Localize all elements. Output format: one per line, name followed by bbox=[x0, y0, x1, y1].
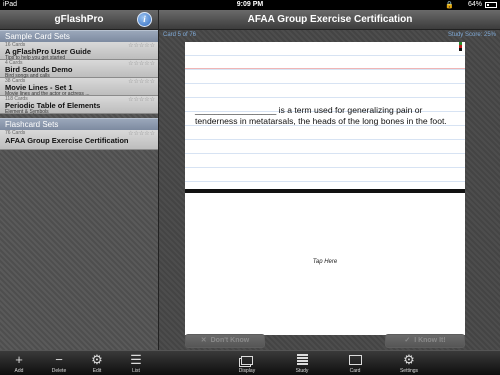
flashcard-sets-header: Flashcard Sets bbox=[0, 118, 158, 130]
dont-know-button[interactable]: ✕ Don't Know bbox=[185, 334, 265, 348]
know-it-label: I Know It! bbox=[414, 337, 446, 344]
study-score: Study Score: 25% bbox=[447, 32, 496, 38]
edit-label: Edit bbox=[92, 368, 102, 374]
star-rating: ☆☆☆☆☆ bbox=[128, 43, 155, 49]
list-item[interactable]: 76 Cards ☆☆☆☆☆ AFAA Group Exercise Certi… bbox=[0, 130, 158, 150]
card-marker-icon bbox=[459, 42, 465, 52]
delete-button[interactable]: − Delete bbox=[44, 352, 74, 375]
list-label: List bbox=[132, 368, 140, 374]
card-label: Card bbox=[349, 368, 361, 374]
sample-sets-header: Sample Card Sets bbox=[0, 30, 158, 42]
study-pane: AFAA Group Exercise Certification Card 5… bbox=[158, 10, 500, 350]
add-label: Add bbox=[14, 368, 24, 374]
study-header: AFAA Group Exercise Certification bbox=[159, 10, 500, 30]
settings-button[interactable]: ⚙ Settings bbox=[394, 352, 424, 375]
display-button[interactable]: Display bbox=[232, 353, 262, 374]
x-icon: ✕ bbox=[200, 337, 207, 344]
settings-label: Settings bbox=[399, 368, 419, 374]
card-position: Card 5 of 76 bbox=[163, 32, 197, 38]
list-item[interactable]: 38 Cards ☆☆☆☆☆ Movie Lines - Set 1 Movie… bbox=[0, 78, 158, 97]
card-stack-icon bbox=[287, 353, 317, 367]
bottom-toolbar: + Add − Delete ⚙ Edit ☰ List Display Stu… bbox=[0, 350, 500, 375]
star-rating: ☆☆☆☆☆ bbox=[128, 97, 155, 103]
know-it-button[interactable]: ✓ I Know It! bbox=[385, 334, 465, 348]
study-label: Study bbox=[295, 368, 309, 374]
flashcard[interactable]: _________________ is a term used for gen… bbox=[185, 42, 465, 335]
delete-label: Delete bbox=[51, 368, 67, 374]
status-bar: iPad 9:09 PM 🔒 64% bbox=[0, 0, 500, 10]
star-rating: ☆☆☆☆☆ bbox=[128, 79, 155, 85]
minus-icon: − bbox=[55, 352, 63, 367]
margin-line bbox=[185, 68, 465, 69]
battery-icon bbox=[485, 2, 497, 8]
card-back[interactable]: Tap Here bbox=[185, 193, 465, 335]
list-item[interactable]: 16 Cards ☆☆☆☆☆ A gFlashPro User Guide Ti… bbox=[0, 42, 158, 61]
star-rating: ☆☆☆☆☆ bbox=[128, 61, 155, 67]
list-item[interactable]: 118 Cards ☆☆☆☆☆ Periodic Table of Elemen… bbox=[0, 96, 158, 115]
clock: 9:09 PM bbox=[236, 1, 264, 8]
settings-gear-icon: ⚙ bbox=[403, 352, 415, 367]
display-icon bbox=[232, 353, 262, 367]
sidebar-header: gFlashPro i bbox=[0, 10, 158, 30]
star-rating: ☆☆☆☆☆ bbox=[128, 131, 155, 137]
card-question: _________________ is a term used for gen… bbox=[195, 105, 447, 126]
set-name: AFAA Group Exercise Certification bbox=[5, 136, 129, 145]
app-title: gFlashPro bbox=[54, 14, 104, 25]
check-icon: ✓ bbox=[404, 337, 411, 344]
list-icon: ☰ bbox=[130, 352, 142, 367]
battery-percentage: 64% bbox=[467, 1, 482, 8]
plus-icon: + bbox=[15, 352, 23, 367]
sidebar: gFlashPro i Sample Card Sets 16 Cards ☆☆… bbox=[0, 10, 158, 350]
edit-button[interactable]: ⚙ Edit bbox=[82, 352, 112, 375]
list-item[interactable]: 4 Cards ☆☆☆☆☆ Bird Sounds Demo Bird song… bbox=[0, 60, 158, 79]
info-icon[interactable]: i bbox=[137, 12, 152, 27]
set-description: Element & Symbols bbox=[5, 108, 49, 115]
study-button[interactable]: Study bbox=[287, 353, 317, 374]
card-icon bbox=[340, 353, 370, 367]
page-title: AFAA Group Exercise Certification bbox=[247, 14, 413, 25]
card-front[interactable]: _________________ is a term used for gen… bbox=[185, 42, 465, 189]
display-label: Display bbox=[238, 368, 256, 374]
gear-icon: ⚙ bbox=[91, 352, 103, 367]
card-button[interactable]: Card bbox=[340, 353, 370, 374]
lock-icon: 🔒 bbox=[445, 2, 454, 9]
add-button[interactable]: + Add bbox=[4, 352, 34, 375]
dont-know-label: Don't Know bbox=[210, 337, 250, 344]
list-button[interactable]: ☰ List bbox=[121, 352, 151, 375]
tap-hint: Tap Here bbox=[312, 259, 338, 265]
